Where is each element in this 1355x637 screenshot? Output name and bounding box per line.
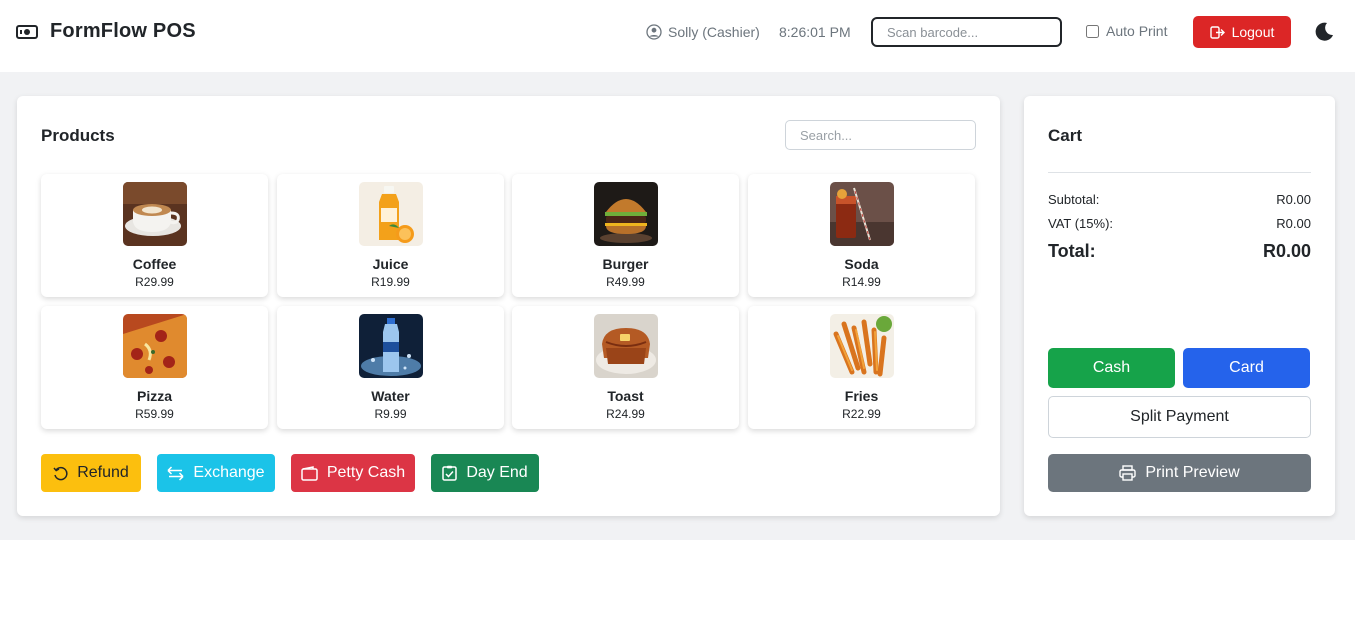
subtotal-row: Subtotal: R0.00 bbox=[1048, 192, 1311, 207]
product-name: Water bbox=[371, 388, 410, 404]
auto-print-toggle[interactable]: Auto Print bbox=[1086, 23, 1167, 39]
product-card-juice[interactable]: Juice R19.99 bbox=[277, 174, 504, 297]
user-circle-icon bbox=[646, 24, 662, 40]
cart-title: Cart bbox=[1048, 126, 1083, 145]
user-name: Solly (Cashier) bbox=[668, 24, 760, 40]
vat-value: R0.00 bbox=[1276, 216, 1311, 231]
product-price: R49.99 bbox=[606, 275, 645, 289]
logout-icon bbox=[1209, 25, 1225, 39]
product-card-pizza[interactable]: Pizza R59.99 bbox=[41, 306, 268, 429]
brand[interactable]: FormFlow POS bbox=[16, 20, 196, 43]
product-price: R19.99 bbox=[371, 275, 410, 289]
logout-label: Logout bbox=[1231, 24, 1275, 40]
refund-button[interactable]: Refund bbox=[41, 454, 141, 492]
product-name: Coffee bbox=[132, 256, 177, 272]
cart-divider bbox=[1048, 172, 1311, 173]
print-preview-button[interactable]: Print Preview bbox=[1048, 454, 1311, 492]
vat-label: VAT (15%): bbox=[1048, 216, 1114, 231]
product-name: Juice bbox=[372, 256, 409, 272]
exchange-arrows-icon bbox=[167, 465, 184, 481]
fries-image bbox=[830, 314, 894, 378]
card-payment-button[interactable]: Card bbox=[1183, 348, 1310, 388]
exchange-label: Exchange bbox=[193, 464, 265, 481]
rotate-ccw-icon bbox=[53, 466, 68, 480]
total-row: Total: R0.00 bbox=[1048, 241, 1311, 262]
logout-button[interactable]: Logout bbox=[1193, 16, 1291, 48]
product-card-soda[interactable]: Soda R14.99 bbox=[748, 174, 975, 297]
water-image bbox=[359, 314, 423, 378]
day-end-label: Day End bbox=[466, 464, 528, 481]
product-price: R59.99 bbox=[135, 407, 174, 421]
product-card-water[interactable]: Water R9.99 bbox=[277, 306, 504, 429]
product-search-input[interactable] bbox=[785, 120, 976, 150]
product-card-burger[interactable]: Burger R49.99 bbox=[512, 174, 739, 297]
subtotal-value: R0.00 bbox=[1276, 192, 1311, 207]
wallet-icon bbox=[301, 465, 318, 481]
burger-image bbox=[594, 182, 658, 246]
cash-payment-button[interactable]: Cash bbox=[1048, 348, 1175, 388]
auto-print-label: Auto Print bbox=[1106, 23, 1168, 39]
toast-image bbox=[594, 314, 658, 378]
pizza-image bbox=[123, 314, 187, 378]
split-payment-button[interactable]: Split Payment bbox=[1048, 396, 1311, 438]
product-price: R14.99 bbox=[842, 275, 881, 289]
product-name: Burger bbox=[602, 256, 649, 272]
product-price: R9.99 bbox=[374, 407, 407, 421]
barcode-scan-input[interactable] bbox=[871, 17, 1062, 47]
day-end-button[interactable]: Day End bbox=[431, 454, 539, 492]
product-name: Pizza bbox=[136, 388, 172, 404]
print-preview-label: Print Preview bbox=[1145, 464, 1240, 481]
refund-label: Refund bbox=[77, 464, 129, 481]
product-name: Toast bbox=[607, 388, 644, 404]
exchange-button[interactable]: Exchange bbox=[157, 454, 275, 492]
soda-image bbox=[830, 182, 894, 246]
petty-cash-label: Petty Cash bbox=[326, 464, 406, 481]
top-navbar: FormFlow POS Solly (Cashier) 8:26:01 PM … bbox=[0, 0, 1355, 72]
clock: 8:26:01 PM bbox=[779, 24, 851, 40]
printer-icon bbox=[1119, 465, 1137, 481]
total-label: Total: bbox=[1048, 241, 1096, 261]
products-title: Products bbox=[41, 126, 115, 145]
product-card-coffee[interactable]: Coffee R29.99 bbox=[41, 174, 268, 297]
cash-register-icon bbox=[16, 24, 38, 39]
coffee-image bbox=[123, 182, 187, 246]
product-card-fries[interactable]: Fries R22.99 bbox=[748, 306, 975, 429]
subtotal-label: Subtotal: bbox=[1048, 192, 1100, 207]
product-name: Fries bbox=[844, 388, 879, 404]
moon-icon[interactable] bbox=[1313, 21, 1335, 43]
cart-panel: Cart Subtotal: R0.00 VAT (15%): R0.00 To… bbox=[1024, 96, 1335, 516]
product-price: R29.99 bbox=[135, 275, 174, 289]
products-panel: Products Coffee R29.99 bbox=[17, 96, 1000, 516]
juice-image bbox=[359, 182, 423, 246]
product-price: R24.99 bbox=[606, 407, 645, 421]
product-name: Soda bbox=[844, 256, 879, 272]
vat-row: VAT (15%): R0.00 bbox=[1048, 216, 1311, 231]
product-card-toast[interactable]: Toast R24.99 bbox=[512, 306, 739, 429]
total-value: R0.00 bbox=[1262, 241, 1311, 261]
petty-cash-button[interactable]: Petty Cash bbox=[291, 454, 415, 492]
clipboard-check-icon bbox=[442, 465, 458, 481]
current-user: Solly (Cashier) bbox=[646, 24, 760, 40]
auto-print-checkbox[interactable] bbox=[1086, 24, 1099, 38]
product-price: R22.99 bbox=[842, 407, 881, 421]
brand-title: FormFlow POS bbox=[50, 20, 196, 42]
